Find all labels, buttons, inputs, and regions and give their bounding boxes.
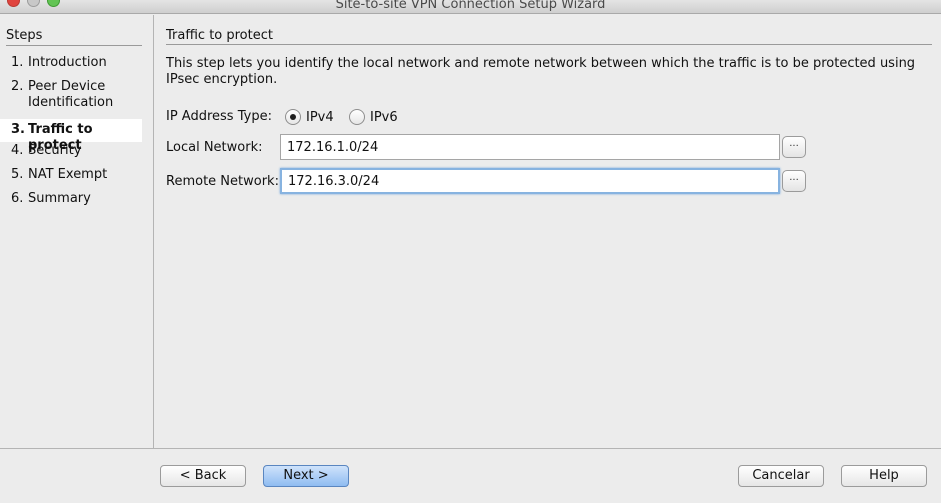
next-button[interactable]: Next >	[263, 465, 349, 487]
main-pane: Traffic to protect This step lets you id…	[155, 15, 941, 448]
step-nat-exempt: 5. NAT Exempt	[0, 167, 142, 183]
ipv4-radio[interactable]	[285, 109, 301, 125]
window-title: Site-to-site VPN Connection Setup Wizard	[335, 0, 606, 12]
steps-sidebar: Steps 1. Introduction 2. Peer Device Ide…	[0, 15, 154, 448]
step-security: 4. Security	[0, 143, 142, 159]
local-network-input[interactable]	[280, 134, 780, 160]
step-summary: 6. Summary	[0, 191, 142, 207]
step-introduction: 1. Introduction	[0, 55, 142, 71]
step-number: 1.	[11, 55, 24, 70]
local-network-browse-button[interactable]: ...	[782, 136, 806, 158]
step-number: 4.	[11, 143, 24, 158]
back-button[interactable]: < Back	[160, 465, 246, 487]
cancel-button[interactable]: Cancelar	[738, 465, 824, 487]
remote-network-browse-button[interactable]: ...	[782, 170, 806, 192]
ip-type-label: IP Address Type:	[166, 109, 272, 124]
window-titlebar: Site-to-site VPN Connection Setup Wizard	[0, 0, 941, 14]
ipv6-radio[interactable]	[349, 109, 365, 125]
remote-network-label: Remote Network:	[166, 174, 279, 189]
remote-network-input[interactable]	[280, 168, 780, 194]
wizard-button-bar: < Back Next > Cancelar Help	[0, 448, 941, 503]
ipv4-radio-label[interactable]: IPv4	[306, 110, 334, 125]
ipv6-radio-label[interactable]: IPv6	[370, 110, 398, 125]
step-label: Security	[28, 143, 82, 158]
steps-header: Steps	[6, 28, 142, 46]
step-label: Introduction	[28, 55, 107, 70]
help-button[interactable]: Help	[841, 465, 927, 487]
step-label: NAT Exempt	[28, 167, 108, 182]
step-peer-device-identification: 2. Peer Device Identification	[0, 79, 142, 111]
step-description: This step lets you identify the local ne…	[166, 56, 916, 87]
section-title: Traffic to protect	[166, 28, 932, 45]
step-label: Summary	[28, 191, 91, 206]
step-label: Peer Device Identification	[28, 79, 114, 110]
step-number: 3.	[11, 122, 25, 137]
step-number: 6.	[11, 191, 24, 206]
local-network-label: Local Network:	[166, 140, 263, 155]
step-traffic-to-protect: 3. Traffic to protect	[0, 119, 142, 153]
step-number: 2.	[11, 79, 24, 94]
step-number: 5.	[11, 167, 24, 182]
